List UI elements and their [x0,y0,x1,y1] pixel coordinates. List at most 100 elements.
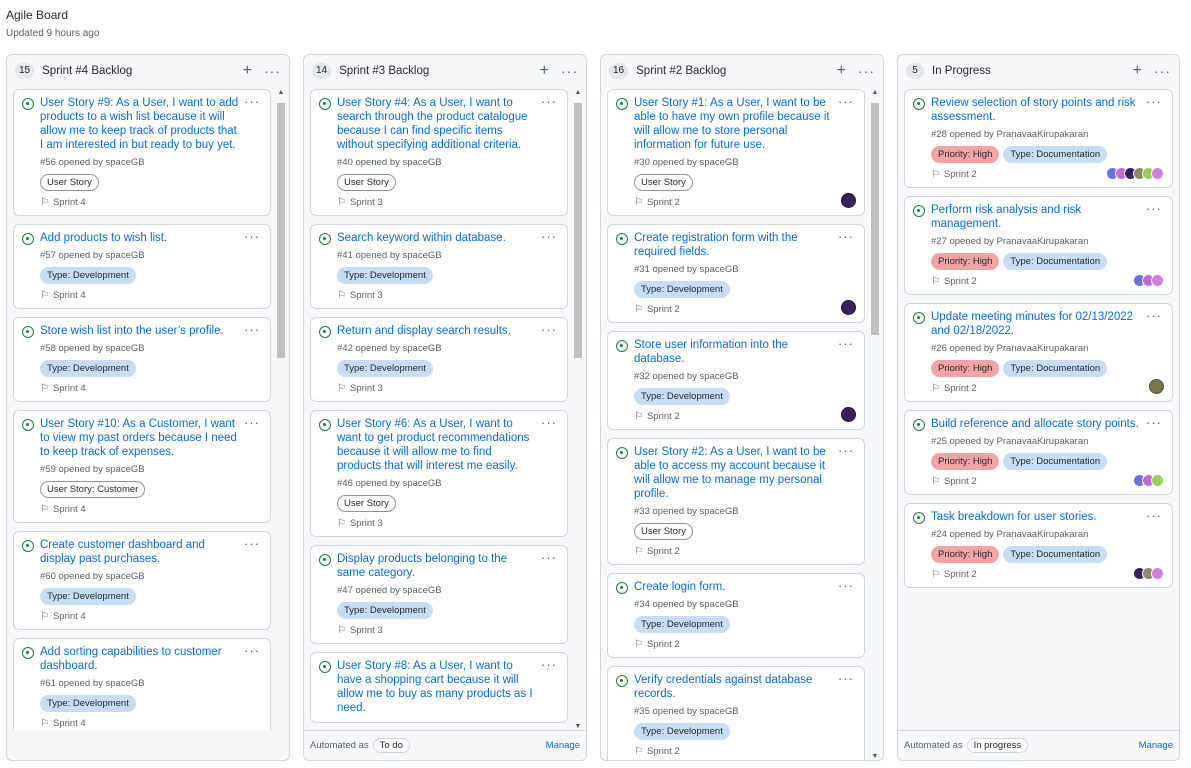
issue-title-link[interactable]: Create customer dashboard and display pa… [40,538,262,566]
milestone[interactable]: ⚐ Sprint 4 [40,197,262,208]
issue-card[interactable]: ··· Perform risk analysis and risk manag… [904,196,1173,295]
issue-card[interactable]: ··· Review selection of story points and… [904,89,1173,188]
issue-card[interactable]: ··· User Story #9: As a User, I want to … [13,89,271,216]
scroll-up-arrow[interactable]: ▲ [572,89,584,96]
issue-title-link[interactable]: User Story #9: As a User, I want to add … [40,96,262,152]
label-user-story[interactable]: User Story [634,174,693,191]
card-menu-icon[interactable]: ··· [244,536,260,551]
issue-title-link[interactable]: Store user information into the database… [634,338,856,366]
issue-title-link[interactable]: User Story #4: As a User, I want to sear… [337,96,559,152]
scroll-down-arrow[interactable]: ▼ [572,723,584,730]
card-menu-icon[interactable]: ··· [1146,308,1162,323]
issue-title-link[interactable]: Store wish list into the user’s profile. [40,324,262,338]
card-menu-icon[interactable]: ··· [541,657,557,672]
card-menu-icon[interactable]: ··· [1146,415,1162,430]
scrollbar[interactable]: ▲ [275,89,287,730]
milestone[interactable]: ⚐ Sprint 2 [634,546,856,557]
issue-title-link[interactable]: Return and display search results. [337,324,559,338]
label-type-development[interactable]: Type: Development [40,267,136,284]
assignee-avatars[interactable] [1106,167,1164,180]
label-type-documentation[interactable]: Type: Documentation [1003,253,1108,270]
issue-card[interactable]: ··· Create login form. #34 opened by spa… [607,573,865,658]
issue-title-link[interactable]: User Story #6: As a User, I want to want… [337,417,559,473]
milestone[interactable]: ⚐ Sprint 2 [931,383,1164,394]
column-menu-icon[interactable]: ··· [264,64,281,78]
assignee-avatars[interactable] [1133,474,1164,487]
card-menu-icon[interactable]: ··· [838,578,854,593]
label-type-development[interactable]: Type: Development [634,388,730,405]
issue-card[interactable]: ··· Create customer dashboard and displa… [13,531,271,630]
card-menu-icon[interactable]: ··· [541,415,557,430]
label-type-documentation[interactable]: Type: Documentation [1003,146,1108,163]
issue-title-link[interactable]: Task breakdown for user stories. [931,510,1164,524]
issue-card[interactable]: ··· Update meeting minutes for 02/13/202… [904,303,1173,402]
assignee-avatars[interactable] [1133,274,1164,287]
milestone[interactable]: ⚐ Sprint 3 [337,383,559,394]
milestone[interactable]: ⚐ Sprint 4 [40,718,262,729]
assignee-avatar[interactable] [1151,567,1164,580]
label-type-documentation[interactable]: Type: Documentation [1003,360,1108,377]
column-menu-icon[interactable]: ··· [561,64,578,78]
milestone[interactable]: ⚐ Sprint 2 [634,746,856,757]
issue-title-link[interactable]: Display products belonging to the same c… [337,552,559,580]
label-type-development[interactable]: Type: Development [337,602,433,619]
issue-title-link[interactable]: Search keyword within database. [337,231,559,245]
scroll-up-arrow[interactable]: ▲ [869,89,881,96]
scrollbar[interactable]: ▲ ▼ [869,89,881,760]
issue-card[interactable]: ··· User Story #1: As a User, I want to … [607,89,865,216]
card-menu-icon[interactable]: ··· [541,550,557,565]
label-priority-high[interactable]: Priority: High [931,146,1000,163]
issue-title-link[interactable]: Add products to wish list. [40,231,262,245]
milestone[interactable]: ⚐ Sprint 2 [634,411,856,422]
card-menu-icon[interactable]: ··· [838,94,854,109]
label-priority-high[interactable]: Priority: High [931,360,1000,377]
milestone[interactable]: ⚐ Sprint 4 [40,290,262,301]
issue-title-link[interactable]: Add sorting capabilities to customer das… [40,645,262,673]
card-menu-icon[interactable]: ··· [1146,508,1162,523]
manage-automation-link[interactable]: Manage [1139,740,1173,751]
issue-card[interactable]: ··· Build reference and allocate story p… [904,410,1173,495]
card-menu-icon[interactable]: ··· [838,671,854,686]
add-card-icon[interactable]: + [1133,63,1142,79]
label-priority-high[interactable]: Priority: High [931,253,1000,270]
scroll-down-arrow[interactable]: ▼ [869,753,881,760]
scrollbar[interactable]: ▲ ▼ [572,89,584,730]
assignee-avatar[interactable] [841,300,856,315]
assignee-avatar[interactable] [1151,274,1164,287]
assignee-avatar[interactable] [841,193,856,208]
card-menu-icon[interactable]: ··· [244,94,260,109]
issue-card[interactable]: ··· User Story #4: As a User, I want to … [310,89,568,216]
issue-card[interactable]: ··· Return and display search results. #… [310,317,568,402]
label-type-development[interactable]: Type: Development [40,588,136,605]
issue-title-link[interactable]: User Story #10: As a Customer, I want to… [40,417,262,459]
milestone[interactable]: ⚐ Sprint 2 [931,476,1164,487]
label-type-development[interactable]: Type: Development [634,723,730,740]
label-type-development[interactable]: Type: Development [40,360,136,377]
label-type-development[interactable]: Type: Development [634,281,730,298]
issue-title-link[interactable]: Update meeting minutes for 02/13/2022 an… [931,310,1164,338]
assignee-avatar[interactable] [841,407,856,422]
milestone[interactable]: ⚐ Sprint 2 [634,639,856,650]
issue-title-link[interactable]: User Story #2: As a User, I want to be a… [634,445,856,501]
card-menu-icon[interactable]: ··· [244,229,260,244]
column-menu-icon[interactable]: ··· [1154,64,1171,78]
milestone[interactable]: ⚐ Sprint 3 [337,625,559,636]
column-menu-icon[interactable]: ··· [858,64,875,78]
issue-card[interactable]: ··· Create registration form with the re… [607,224,865,323]
milestone[interactable]: ⚐ Sprint 4 [40,383,262,394]
issue-card[interactable]: ··· Store wish list into the user’s prof… [13,317,271,402]
label-user-story[interactable]: User Story [634,523,693,540]
assignee-avatar[interactable] [1151,167,1164,180]
scroll-thumb[interactable] [871,103,879,335]
issue-title-link[interactable]: Review selection of story points and ris… [931,96,1164,124]
issue-card[interactable]: ··· User Story #8: As a User, I want to … [310,652,568,723]
card-menu-icon[interactable]: ··· [541,229,557,244]
milestone[interactable]: ⚐ Sprint 3 [337,518,559,529]
card-menu-icon[interactable]: ··· [838,229,854,244]
issue-card[interactable]: ··· Task breakdown for user stories. #24… [904,503,1173,588]
issue-card[interactable]: ··· Display products belonging to the sa… [310,545,568,644]
label-user-story[interactable]: User Story [40,174,99,191]
add-card-icon[interactable]: + [243,63,252,79]
issue-title-link[interactable]: Create registration form with the requir… [634,231,856,259]
milestone[interactable]: ⚐ Sprint 2 [634,197,856,208]
